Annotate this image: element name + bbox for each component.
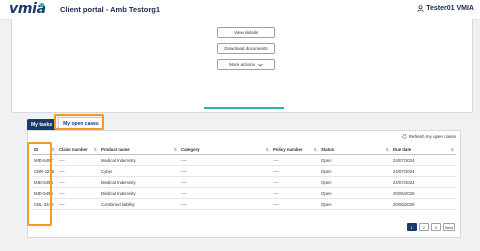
cell-status: Open (319, 187, 391, 199)
column-header-product-name[interactable]: Product name ⇅ (99, 145, 179, 155)
cell-category: ---- (179, 187, 271, 199)
cell-policy-number: ---- (271, 176, 319, 188)
user-name: Tester01 VMIA (426, 5, 474, 12)
table-header-row: ID ⇅ Claim number ⇅ Product name ⇅ Category… (32, 145, 456, 155)
table-row[interactable]: MID-5497 ---- Medical Indemnity ---- ---… (32, 154, 456, 166)
cell-category: ---- (179, 154, 271, 166)
user-menu[interactable]: Tester01 VMIA (417, 5, 474, 12)
column-header-category[interactable]: Category ⇅ (179, 145, 271, 155)
cell-policy-number: ---- (271, 198, 319, 210)
cell-claim-number: ---- (57, 198, 99, 210)
tab-my-tasks[interactable]: My tasks (27, 119, 57, 130)
table-row[interactable]: CBL-3340 ---- Combined liability ---- --… (32, 198, 456, 210)
sort-icon: ⇅ (313, 147, 317, 152)
refresh-label: Refresh my open cases (408, 134, 456, 139)
actions-panel: View details Download documents More act… (204, 19, 284, 109)
top-bar: vmia Client portal - Amb Testorg1 Tester… (0, 0, 480, 20)
cell-due-date: 24/07/2024 (391, 165, 456, 177)
page-2-button[interactable]: 2 (418, 223, 429, 231)
table-row[interactable]: MID-5495 ---- Medical Indemnity ---- ---… (32, 187, 456, 199)
sort-icon: ⇅ (173, 147, 177, 152)
open-cases-table: ID ⇅ Claim number ⇅ Product name ⇅ Category… (32, 145, 456, 210)
cell-claim-number: ---- (57, 176, 99, 188)
download-documents-button[interactable]: Download documents (217, 43, 275, 54)
cell-product-name: Medical Indemnity (99, 187, 179, 199)
view-details-label: View details (234, 30, 258, 35)
cell-policy-number: ---- (271, 187, 319, 199)
sort-icon: ⇅ (265, 147, 269, 152)
sort-icon: ⇅ (93, 147, 97, 152)
view-details-button[interactable]: View details (217, 27, 275, 38)
sort-icon: ⇅ (450, 147, 454, 152)
column-header-status[interactable]: Status ⇅ (319, 145, 391, 155)
cell-product-name: Medical Indemnity (99, 154, 179, 166)
user-icon (417, 5, 424, 12)
next-page-button[interactable]: Next (442, 223, 455, 231)
refresh-icon (402, 134, 407, 139)
id-column-highlight-box (27, 142, 52, 226)
cell-due-date: 24/07/2024 (391, 176, 456, 188)
cell-status: Open (319, 198, 391, 210)
pagination: 1 2 3 Next (406, 223, 455, 231)
portal-title: Client portal - Amb Testorg1 (60, 5, 161, 14)
cell-policy-number: ---- (271, 154, 319, 166)
cell-product-name: Combined liability (99, 198, 179, 210)
table-row[interactable]: CBR-3219 ---- Cyber ---- ---- Open 24/07… (32, 165, 456, 177)
more-actions-label: More actions (229, 62, 255, 67)
cell-policy-number: ---- (271, 165, 319, 177)
sort-icon: ⇅ (51, 147, 55, 152)
cell-category: ---- (179, 165, 271, 177)
column-header-claim-number[interactable]: Claim number ⇅ (57, 145, 99, 155)
cell-status: Open (319, 154, 391, 166)
cell-product-name: Medical Indemnity (99, 176, 179, 188)
open-cases-panel: Refresh my open cases ID ⇅ Claim number ⇅ … (27, 130, 461, 238)
cell-category: ---- (179, 198, 271, 210)
table-row[interactable]: MID-5496 ---- Medical Indemnity ---- ---… (32, 176, 456, 188)
more-actions-button[interactable]: More actions (217, 59, 275, 70)
case-summary-card: View details Download documents More act… (11, 19, 473, 113)
cell-status: Open (319, 165, 391, 177)
cell-product-name: Cyber (99, 165, 179, 177)
cell-due-date: 20/06/2025 (391, 187, 456, 199)
page-1-button[interactable]: 1 (406, 223, 417, 231)
cell-claim-number: ---- (57, 187, 99, 199)
cell-claim-number: ---- (57, 154, 99, 166)
column-header-policy-number[interactable]: Policy number ⇅ (271, 145, 319, 155)
logo-accent-icon (40, 3, 44, 7)
page-3-button[interactable]: 3 (430, 223, 441, 231)
download-documents-label: Download documents (224, 46, 268, 51)
cell-due-date: 24/07/2024 (391, 154, 456, 166)
tab-highlight-box (54, 114, 104, 130)
refresh-button[interactable]: Refresh my open cases (402, 134, 456, 139)
cell-status: Open (319, 176, 391, 188)
cell-due-date: 20/06/2025 (391, 198, 456, 210)
chevron-down-icon (258, 63, 263, 66)
sort-icon: ⇅ (385, 147, 389, 152)
column-header-due-date[interactable]: Due date ⇅ (391, 145, 456, 155)
cell-claim-number: ---- (57, 165, 99, 177)
cell-category: ---- (179, 176, 271, 188)
